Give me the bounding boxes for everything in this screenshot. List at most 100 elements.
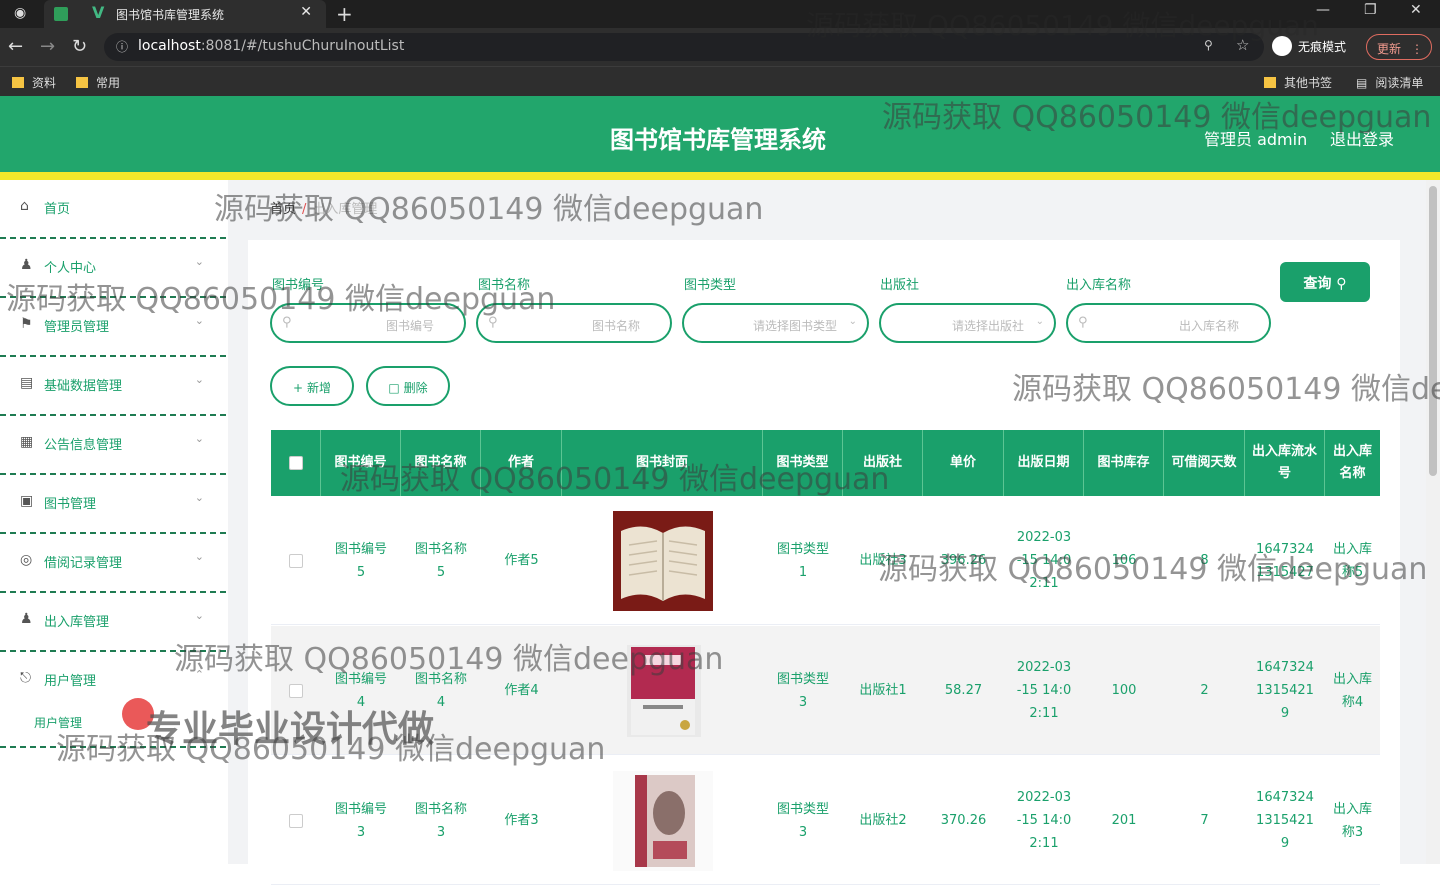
placeholder: 出入库名称: [1178, 319, 1239, 333]
filter-book-no-input[interactable]: ⚲ 图书编号: [270, 303, 466, 343]
col-price[interactable]: 单价: [923, 430, 1004, 496]
url-path: :8081/#/tushuChuruInoutList: [200, 38, 405, 54]
url-field[interactable]: ⓘ localhost:8081/#/tushuChuruInoutList ⚲…: [104, 33, 1264, 61]
new-tab-icon[interactable]: +: [336, 2, 353, 26]
search-icon: ⚲: [282, 315, 292, 330]
col-days[interactable]: 可借阅天数: [1164, 430, 1245, 496]
search-icon: ⚲: [488, 315, 498, 330]
filter-label-book-type: 图书类型: [684, 278, 737, 293]
filter-book-name-input[interactable]: ⚲ 图书名称: [476, 303, 672, 343]
col-type[interactable]: 图书类型: [763, 430, 843, 496]
forward-icon[interactable]: →: [40, 36, 55, 57]
placeholder: 请选择图书类型: [752, 319, 837, 333]
add-button[interactable]: + 新增: [270, 366, 354, 406]
cell-io-name: 出入库 称4: [1325, 626, 1380, 755]
table-row[interactable]: 图书编号 3 图书名称 3 作者3 图书类型 3 出版社2 370.26 202…: [271, 756, 1380, 885]
sidebar-item-notices[interactable]: ▦ 公告信息管理 ⌄: [0, 416, 226, 475]
folder-icon: [1264, 77, 1276, 88]
sidebar-item-books[interactable]: ▣ 图书管理 ⌄: [0, 475, 226, 534]
sidebar-item-inout[interactable]: ♟ 出入库管理 ⌄: [0, 593, 226, 652]
filter-publisher-select[interactable]: 请选择出版社 ⌄: [879, 303, 1056, 343]
info-icon[interactable]: ⓘ: [116, 38, 128, 55]
row-checkbox[interactable]: [289, 683, 303, 698]
minimize-icon[interactable]: —: [1316, 2, 1330, 18]
breadcrumb-home[interactable]: 首页: [270, 202, 296, 217]
browser-menu-icon[interactable]: ◉: [14, 5, 26, 21]
cell-text: 图书名称 3: [414, 801, 467, 840]
cell-text: 2022-03 -15 14:0 2:11: [1016, 530, 1072, 591]
row-checkbox-cell: [271, 496, 321, 625]
page-scrollbar[interactable]: [1426, 180, 1440, 864]
star-icon[interactable]: ☆: [1236, 36, 1249, 54]
col-date[interactable]: 出版日期: [1004, 430, 1084, 496]
add-label: 新增: [306, 381, 331, 395]
col-publisher[interactable]: 出版社: [843, 430, 923, 496]
col-stock[interactable]: 图书库存: [1084, 430, 1164, 496]
browser-tab[interactable]: V 图书馆书库管理系统 ✕: [44, 0, 326, 28]
scrollbar-thumb[interactable]: [1429, 186, 1437, 476]
sidebar-item-borrow[interactable]: ◎ 借阅记录管理 ⌄: [0, 534, 226, 593]
cell-type: 图书类型 3: [763, 756, 843, 885]
home-icon: ⌂: [20, 198, 29, 214]
logout-link[interactable]: 退出登录: [1330, 126, 1394, 150]
delete-button[interactable]: □ 删除: [366, 366, 450, 406]
cell-cover: [562, 626, 763, 755]
incognito-text: 无痕模式: [1298, 40, 1347, 54]
sidebar-item-label: 基础数据管理: [44, 379, 123, 394]
update-button[interactable]: 更新 ⋮: [1366, 34, 1432, 60]
table-row[interactable]: 图书编号 4 图书名称 4 作者4 图书类型 3 出版社1 58.27 2022…: [271, 626, 1380, 755]
book-cover-image[interactable]: [612, 510, 713, 611]
cell-author: 作者4: [504, 683, 539, 698]
sidebar-item-home[interactable]: ⌂ 首页: [0, 180, 226, 239]
row-checkbox[interactable]: [289, 553, 303, 568]
placeholder: 请选择出版社: [951, 319, 1024, 333]
maximize-icon[interactable]: ❐: [1364, 2, 1377, 18]
mic-icon: ⎋: [20, 670, 32, 686]
tab-close-icon[interactable]: ✕: [300, 4, 312, 20]
query-button[interactable]: 查询 ⚲: [1280, 262, 1370, 302]
vue-logo-icon: V: [92, 3, 105, 22]
window-close-icon[interactable]: ✕: [1410, 2, 1422, 18]
key-icon[interactable]: ⚲: [1204, 38, 1213, 52]
col-io-name[interactable]: 出入库名称: [1325, 430, 1380, 496]
sidebar-item-label: 出入库管理: [44, 615, 110, 630]
select-all-checkbox[interactable]: [288, 456, 303, 470]
sidebar-item-label: 借阅记录管理: [44, 556, 123, 571]
sidebar-item-basic-data[interactable]: ▤ 基础数据管理 ⌄: [0, 357, 226, 416]
chevron-up-icon: ⌃: [194, 668, 204, 681]
cell-serial: 1647324 1315427: [1245, 496, 1325, 625]
filter-io-name-input[interactable]: ⚲ 出入库名称: [1066, 303, 1271, 343]
bookmark-folder-1[interactable]: 资料: [12, 74, 56, 91]
sidebar-subitem-users[interactable]: 用户管理: [34, 714, 82, 731]
bookmark-folder-2[interactable]: 常用: [76, 74, 120, 91]
table-row[interactable]: 图书编号 5 图书名称 5 作者5 图书类型 1 出版社3 396.26 202…: [271, 496, 1380, 625]
cell-text: 图书编号 3: [334, 801, 387, 840]
address-bar: ← → ↻ ⓘ localhost:8081/#/tushuChuruInout…: [0, 28, 1440, 66]
reload-icon[interactable]: ↻: [72, 36, 87, 57]
book-cover-image[interactable]: [612, 640, 713, 741]
filter-book-type-select[interactable]: 请选择图书类型 ⌄: [682, 303, 869, 343]
col-book-no[interactable]: 图书编号: [321, 430, 401, 496]
cell-text: 图书名称 5: [414, 541, 467, 580]
col-serial[interactable]: 出入库流水号: [1245, 430, 1325, 496]
cell-date: 2022-03 -15 14:0 2:11: [1004, 626, 1084, 755]
cell-publisher: 出版社1: [859, 683, 907, 698]
chevron-down-icon: ⌄: [194, 609, 204, 622]
incognito-label[interactable]: 无痕模式: [1272, 36, 1346, 56]
search-icon: ⚲: [1336, 276, 1347, 292]
book-cover-image[interactable]: [612, 770, 713, 871]
col-book-name[interactable]: 图书名称: [401, 430, 481, 496]
col-author[interactable]: 作者: [481, 430, 562, 496]
sidebar-item-admins[interactable]: ⚑ 管理员管理 ⌄: [0, 298, 226, 357]
reading-list[interactable]: ▤ 阅读清单: [1356, 74, 1423, 91]
col-cover[interactable]: 图书封面: [562, 430, 763, 496]
cell-price: 370.26: [940, 813, 987, 828]
back-icon[interactable]: ←: [8, 36, 23, 57]
sidebar-item-personal[interactable]: ♟ 个人中心 ⌄: [0, 239, 226, 298]
reading-list-icon: ▤: [1356, 76, 1368, 90]
bookmark-other[interactable]: 其他书签: [1264, 74, 1332, 91]
cell-book-name: 图书名称 5: [401, 496, 481, 625]
row-checkbox[interactable]: [289, 813, 303, 828]
header-checkbox-cell: [271, 430, 321, 496]
browser-tabbar: ◉ V 图书馆书库管理系统 ✕ + — ❐ ✕: [0, 0, 1440, 28]
